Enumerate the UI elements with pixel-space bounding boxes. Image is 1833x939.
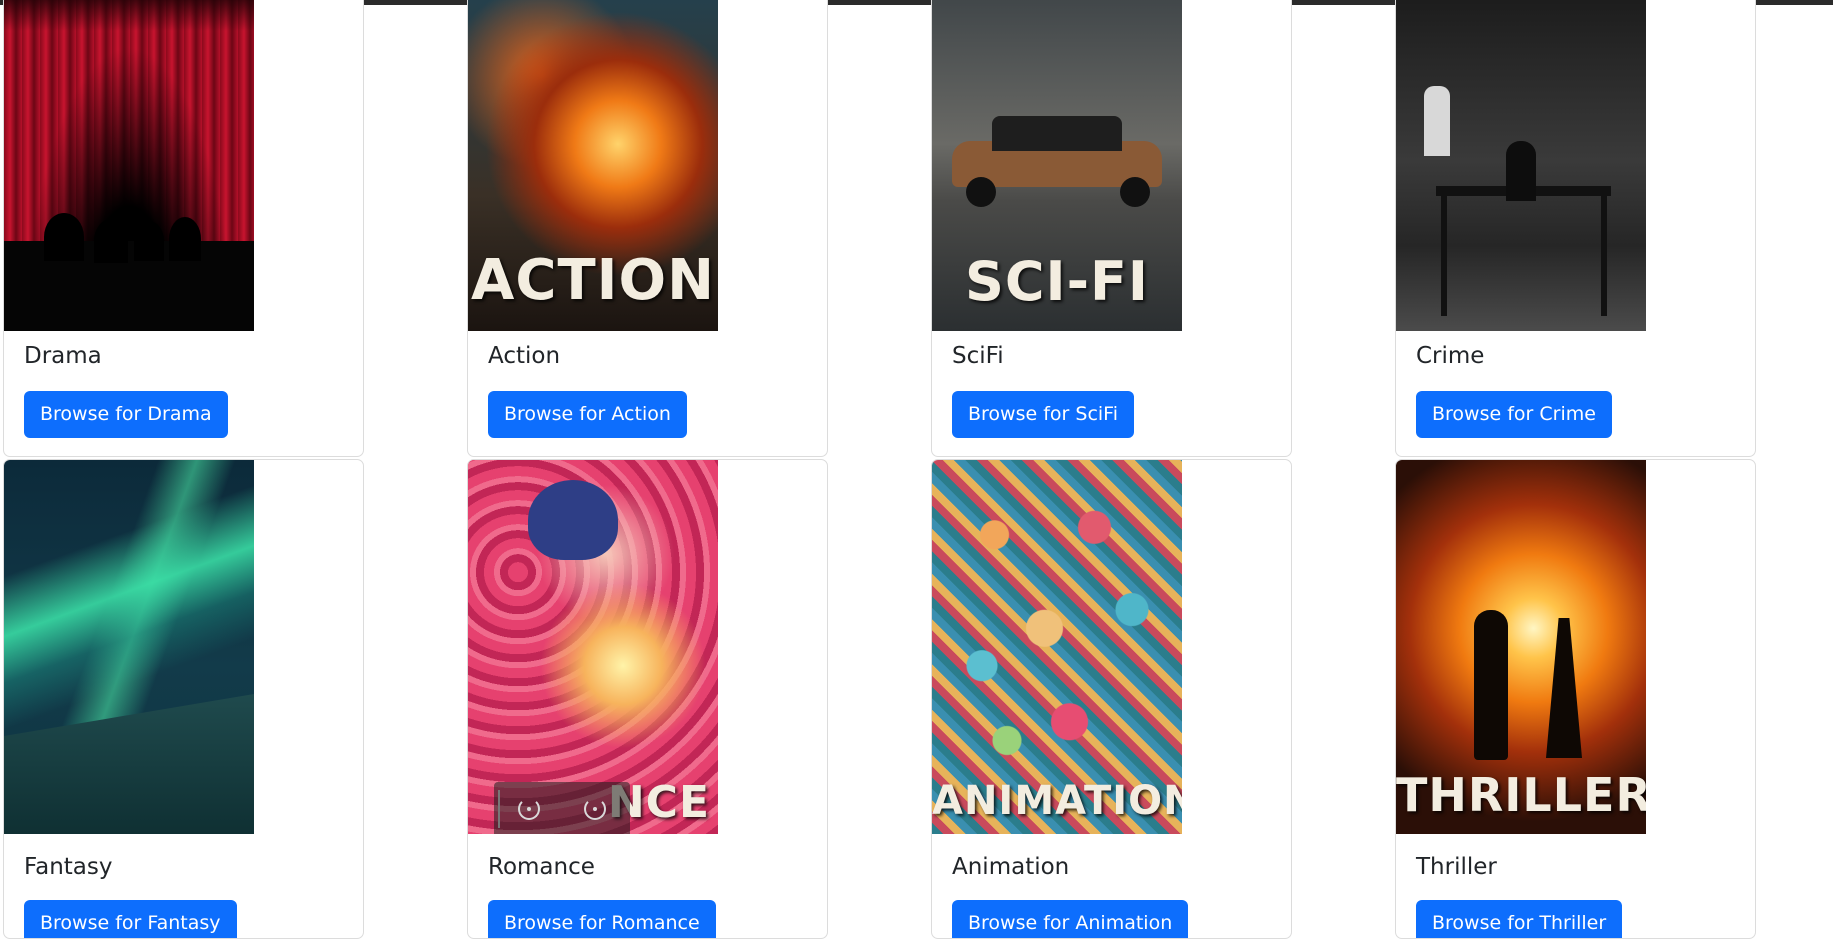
poster-title-scifi: SCI-FI <box>964 250 1149 313</box>
rewind-icon[interactable] <box>518 798 540 820</box>
poster-image-action: ACTION <box>468 0 718 331</box>
genre-card-animation: ANIMATION Animation Browse for Animation <box>931 459 1292 939</box>
browse-romance-button[interactable]: Browse for Romance <box>488 900 716 938</box>
genre-card-romance: NCE Romance Browse for Romance <box>467 459 828 939</box>
genre-title: Action <box>488 343 561 369</box>
genre-card-scifi: SCI-FI SciFi Browse for SciFi <box>931 0 1292 457</box>
poster-image-crime <box>1396 0 1646 331</box>
poster-title-thriller: THRILLER <box>1396 768 1646 822</box>
browse-drama-button[interactable]: Browse for Drama <box>24 391 228 438</box>
poster-image-scifi: SCI-FI <box>932 0 1182 331</box>
divider <box>498 790 500 828</box>
genre-title: Romance <box>488 854 595 880</box>
browse-crime-button[interactable]: Browse for Crime <box>1416 391 1612 438</box>
poster-image-drama <box>4 0 254 331</box>
genre-title: Drama <box>24 343 102 369</box>
poster-image-fantasy <box>4 460 254 834</box>
poster-image-thriller: THRILLER <box>1396 460 1646 834</box>
poster-title-action: ACTION <box>471 248 715 313</box>
poster-image-romance: NCE <box>468 460 718 834</box>
poster-title-animation: ANIMATION <box>932 778 1182 824</box>
forward-icon[interactable] <box>584 798 606 820</box>
browse-fantasy-button[interactable]: Browse for Fantasy <box>24 900 237 938</box>
browse-animation-button[interactable]: Browse for Animation <box>952 900 1189 938</box>
browse-action-button[interactable]: Browse for Action <box>488 391 687 438</box>
genre-card-drama: Drama Browse for Drama <box>3 0 364 457</box>
genre-grid: Drama Browse for Drama ACTION Action Bro… <box>0 0 1833 939</box>
genre-card-crime: Crime Browse for Crime <box>1395 0 1756 457</box>
genre-title: Thriller <box>1416 854 1497 880</box>
poster-image-animation: ANIMATION <box>932 460 1182 834</box>
genre-title: SciFi <box>952 343 1004 369</box>
genre-title: Crime <box>1416 343 1485 369</box>
genre-card-action: ACTION Action Browse for Action <box>467 0 828 457</box>
genre-title: Animation <box>952 854 1070 880</box>
browse-scifi-button[interactable]: Browse for SciFi <box>952 391 1134 438</box>
genre-title: Fantasy <box>24 854 113 880</box>
video-controls <box>494 782 630 834</box>
browse-thriller-button[interactable]: Browse for Thriller <box>1416 900 1623 938</box>
genre-card-thriller: THRILLER Thriller Browse for Thriller <box>1395 459 1756 939</box>
genre-card-fantasy: Fantasy Browse for Fantasy <box>3 459 364 939</box>
